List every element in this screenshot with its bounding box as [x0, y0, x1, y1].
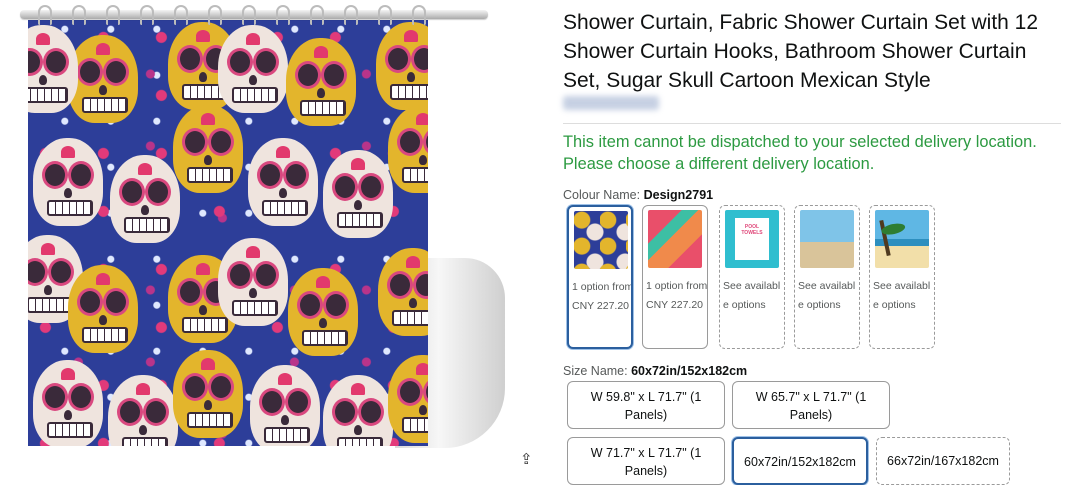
curtain-hook-icon	[276, 5, 290, 25]
selected-size-value: 60x72in/152x182cm	[631, 364, 748, 378]
product-title: Shower Curtain, Fabric Shower Curtain Se…	[563, 11, 1039, 92]
sugar-skull-graphic	[248, 138, 318, 226]
swatch-availability-text: See available options	[723, 280, 781, 311]
sugar-skull-graphic	[110, 155, 180, 243]
size-option-60x72[interactable]: 60x72in/152x182cm	[732, 437, 868, 485]
colour-swatch-flamingo[interactable]: 1 option from CNY 227.20	[642, 205, 708, 349]
sugar-skull-graphic	[286, 38, 356, 126]
curtain-hook-icon	[38, 5, 52, 25]
curtain-hook-icon	[174, 5, 188, 25]
size-option-71-7[interactable]: W 71.7" x L 71.7" (1 Panels)	[567, 437, 725, 485]
sugar-skull-graphic	[33, 360, 103, 446]
delivery-availability-message: This item cannot be dispatched to your s…	[563, 133, 1037, 173]
product-image[interactable]	[0, 0, 520, 466]
divider	[563, 123, 1061, 124]
curtain-hook-icon	[310, 5, 324, 25]
curtain-hook-icon	[378, 5, 392, 25]
size-name-label: Size Name: 60x72in/152x182cm	[563, 364, 747, 378]
poster-thumbnail: POOL TOWELS	[725, 210, 779, 268]
sugar-skull-graphic	[33, 138, 103, 226]
colour-swatch-palm-beach[interactable]: See available options	[869, 205, 935, 349]
flamingo-thumbnail	[648, 210, 702, 268]
colour-swatch-pool-poster[interactable]: POOL TOWELS See available options	[719, 205, 785, 349]
sugar-skull-graphic	[388, 355, 428, 443]
poster-text: POOL TOWELS	[741, 224, 763, 236]
sugar-skull-graphic	[323, 375, 393, 446]
swatch-availability-text: See available options	[798, 280, 856, 311]
sugar-skull-graphic	[68, 265, 138, 353]
curtain-hook-icon	[72, 5, 86, 25]
sugar-skull-graphic	[378, 248, 428, 336]
sugar-skull-graphic	[288, 268, 358, 356]
swatch-price-text: 1 option from CNY 227.20	[572, 281, 633, 312]
sugar-skull-graphic	[250, 365, 320, 446]
sugar-skull-graphic	[376, 22, 428, 110]
sugar-skull-thumbnail	[574, 211, 628, 269]
colour-name-label: Colour Name: Design2791	[563, 188, 713, 202]
size-option-65-7[interactable]: W 65.7" x L 71.7" (1 Panels)	[732, 381, 890, 429]
sugar-skull-graphic	[173, 105, 243, 193]
curtain-hook-icon	[412, 5, 426, 25]
size-option-59-8[interactable]: W 59.8" x L 71.7" (1 Panels)	[567, 381, 725, 429]
sugar-skull-graphic	[68, 35, 138, 123]
colour-swatch-beach[interactable]: See available options	[794, 205, 860, 349]
colour-swatch-design2791[interactable]: 1 option from CNY 227.20	[567, 205, 633, 349]
sugar-skull-graphic	[28, 25, 78, 113]
palm-beach-thumbnail	[875, 210, 929, 268]
colour-label-text: Colour Name:	[563, 188, 641, 202]
sugar-skull-graphic	[388, 105, 428, 193]
curtain-hook-icon	[242, 5, 256, 25]
sugar-skull-graphic	[108, 375, 178, 446]
swatch-price-text: 1 option from CNY 227.20	[646, 280, 708, 311]
blurred-brand-link[interactable]	[563, 96, 659, 110]
sugar-skull-graphic	[323, 150, 393, 238]
sugar-skull-graphic	[173, 350, 243, 438]
palm-tree-graphic	[879, 219, 907, 257]
sugar-skull-graphic	[218, 238, 288, 326]
curtain-hook-icon	[106, 5, 120, 25]
share-icon[interactable]: ⇪	[520, 450, 533, 468]
sugar-skull-graphic	[218, 25, 288, 113]
curtain-hook-icon	[344, 5, 358, 25]
beach-thumbnail	[800, 210, 854, 268]
size-label-text: Size Name:	[563, 364, 628, 378]
curtain-hook-icon	[140, 5, 154, 25]
poster-graphic: POOL TOWELS	[735, 218, 769, 260]
shower-curtain-image	[28, 20, 428, 446]
curtain-hook-icon	[208, 5, 222, 25]
selected-colour-value: Design2791	[643, 188, 714, 202]
swatch-availability-text: See available options	[873, 280, 931, 311]
size-option-66x72[interactable]: 66x72in/167x182cm	[876, 437, 1010, 485]
